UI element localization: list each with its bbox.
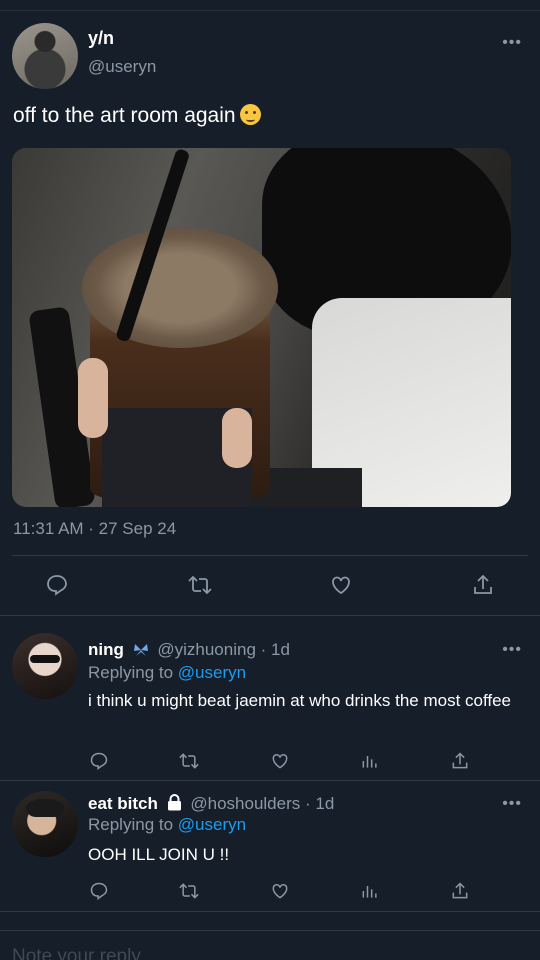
- reply-header: ning @yizhuoning · 1d: [88, 640, 290, 660]
- photo-hand-shape-2: [222, 408, 252, 468]
- reply-author-handle[interactable]: @yizhuoning · 1d: [157, 640, 290, 659]
- share-button[interactable]: [447, 878, 473, 904]
- photo-lid-shape: [82, 228, 278, 348]
- divider: [0, 911, 540, 912]
- retweet-button[interactable]: [176, 878, 202, 904]
- analytics-icon: [362, 886, 377, 898]
- share-icon: [452, 882, 468, 899]
- reply-icon: [90, 882, 108, 900]
- more-options-button[interactable]: •••: [502, 795, 522, 813]
- reply-author-name[interactable]: eat bitch: [88, 794, 158, 813]
- author-name[interactable]: y/n: [88, 28, 114, 49]
- author-handle[interactable]: @useryn: [88, 57, 156, 77]
- lock-icon: [167, 794, 181, 811]
- reply-author-name[interactable]: ning: [88, 640, 124, 659]
- top-divider: [0, 10, 540, 11]
- replying-to-label: Replying to: [88, 663, 178, 682]
- reply-button[interactable]: [42, 570, 72, 600]
- holding-back-tears-emoji-icon: [239, 104, 261, 125]
- reply-icon: [90, 752, 108, 770]
- more-options-button[interactable]: •••: [502, 34, 522, 52]
- more-options-button[interactable]: •••: [502, 641, 522, 659]
- like-icon: [272, 883, 288, 899]
- reply-avatar[interactable]: [12, 633, 78, 699]
- reply-button[interactable]: [86, 878, 112, 904]
- share-icon: [452, 752, 468, 769]
- reply-author-handle[interactable]: @hoshoulders · 1d: [190, 794, 334, 813]
- tweet-timestamp[interactable]: 11:31 AM · 27 Sep 24: [13, 519, 176, 539]
- tweet-text: off to the art room again: [13, 104, 261, 128]
- butterfly-icon: [133, 644, 148, 656]
- tweet-photo[interactable]: [12, 148, 511, 507]
- reply-header: eat bitch @hoshoulders · 1d: [88, 794, 334, 814]
- reply-avatar[interactable]: [12, 791, 78, 857]
- retweet-icon: [188, 575, 212, 595]
- divider: [12, 555, 528, 556]
- replying-to-label: Replying to: [88, 815, 178, 834]
- replying-to: Replying to @useryn: [88, 815, 246, 835]
- reply-text: i think u might beat jaemin at who drink…: [88, 691, 512, 710]
- share-icon: [474, 574, 492, 594]
- mention-link[interactable]: @useryn: [178, 663, 246, 682]
- analytics-button[interactable]: [357, 878, 383, 904]
- replying-to: Replying to @useryn: [88, 663, 246, 683]
- share-button[interactable]: [468, 570, 498, 600]
- reply-icon: [47, 575, 67, 596]
- like-button[interactable]: [326, 570, 356, 600]
- share-button[interactable]: [447, 748, 473, 774]
- photo-hand-shape: [78, 358, 108, 438]
- tweet-text-content: off to the art room again: [13, 104, 236, 127]
- reply-button[interactable]: [86, 748, 112, 774]
- like-button[interactable]: [267, 878, 293, 904]
- analytics-icon: [362, 756, 377, 768]
- retweet-icon: [179, 753, 199, 769]
- divider: [0, 615, 540, 616]
- like-icon: [332, 576, 350, 595]
- like-button[interactable]: [267, 748, 293, 774]
- avatar[interactable]: [12, 23, 78, 89]
- reply-input[interactable]: Note your reply: [12, 946, 141, 960]
- retweet-button[interactable]: [176, 748, 202, 774]
- retweet-icon: [179, 883, 199, 899]
- mention-link[interactable]: @useryn: [178, 815, 246, 834]
- divider: [0, 780, 540, 781]
- reply-text: OOH ILL JOIN U !!: [88, 845, 230, 864]
- like-icon: [272, 753, 288, 769]
- retweet-button[interactable]: [185, 570, 215, 600]
- analytics-button[interactable]: [357, 748, 383, 774]
